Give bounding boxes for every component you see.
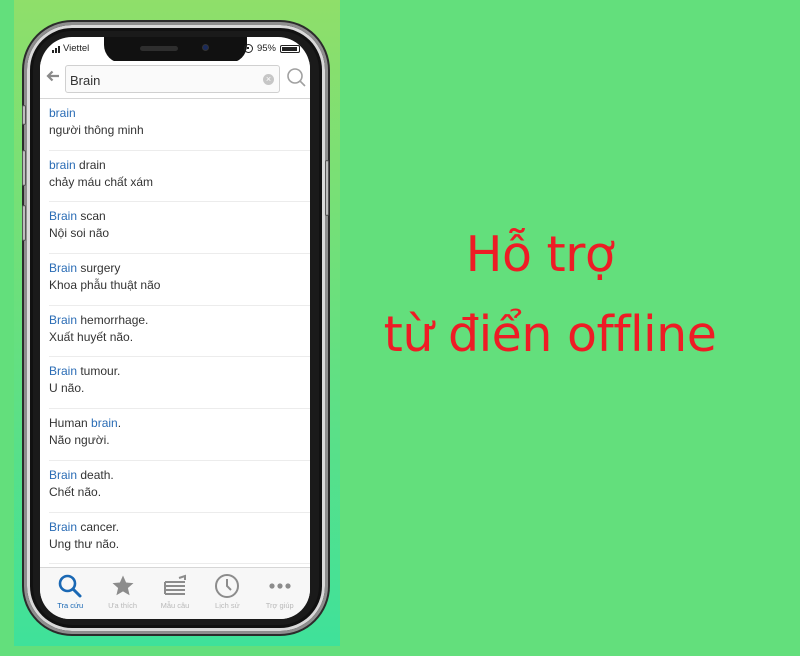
result-term: Brain scan: [49, 208, 310, 225]
tab-label: Lịch sử: [215, 601, 240, 610]
term-suffix: hemorrhage.: [77, 312, 149, 327]
result-item[interactable]: brain người thông minh: [40, 99, 310, 151]
term-suffix: scan: [77, 209, 106, 224]
arrow-left-icon: [46, 70, 59, 82]
tab-star[interactable]: Ưa thích: [97, 568, 149, 619]
search-button[interactable]: [286, 67, 308, 89]
result-translation: người thông minh: [49, 123, 144, 137]
clear-search-button[interactable]: ×: [263, 74, 274, 85]
term-highlight: Brain: [49, 209, 78, 224]
result-term: brain drain: [49, 157, 310, 174]
result-item[interactable]: Human brain. Não người.: [40, 409, 310, 461]
result-item[interactable]: Brain cancer. Ung thư não.: [40, 513, 310, 565]
phone-screen: Viettel 95% × brainngười thông minhbr: [40, 37, 310, 619]
result-item[interactable]: brain drain chảy máu chất xám: [40, 151, 310, 203]
battery-icon: [280, 44, 300, 53]
phone-silent-switch: [22, 105, 26, 125]
sentences-icon: [162, 572, 188, 599]
term-prefix: Human: [49, 416, 92, 431]
carrier-name: Viettel: [63, 43, 90, 54]
term-suffix: .: [117, 416, 122, 431]
result-term: brain: [49, 105, 310, 122]
term-suffix: drain: [75, 157, 106, 172]
tab-label: Tra cứu: [57, 601, 84, 610]
tab-more[interactable]: Trợ giúp: [254, 568, 306, 619]
search-input[interactable]: [70, 71, 255, 89]
more-icon: [268, 572, 292, 599]
magnifier-icon: [287, 68, 306, 87]
rotation-lock-icon: [243, 44, 253, 53]
result-term: Brain cancer.: [49, 519, 310, 536]
phone-power-button: [325, 160, 329, 216]
phone-volume-down: [22, 205, 26, 241]
result-item[interactable]: Brain surgery Khoa phẫu thuật não: [40, 254, 310, 306]
clear-circle-icon: ×: [265, 74, 272, 84]
term-suffix: surgery: [77, 261, 121, 276]
result-translation: Chết não.: [49, 484, 102, 499]
tab-sentences[interactable]: Mẫu câu: [149, 568, 201, 619]
term-highlight: brain: [49, 106, 76, 120]
phone-volume-up: [22, 150, 26, 186]
tab-label: Ưa thích: [108, 601, 138, 610]
headline-line-2: từ điển offline: [383, 306, 717, 363]
tab-search[interactable]: Tra cứu: [44, 568, 96, 619]
term-highlight: Brain: [49, 261, 78, 276]
result-translation: Xuất huyết não.: [49, 329, 134, 344]
star-icon: [111, 572, 135, 599]
result-item[interactable]: Brain hemorrhage. Xuất huyết não.: [40, 306, 310, 358]
front-camera: [202, 44, 209, 51]
tab-bar: Tra cứu Ưa thích Mẫu câu Lịch sử Trợ giúp: [40, 567, 310, 619]
headline-line-1: Hỗ trợ: [465, 226, 615, 283]
result-term: Human brain.: [49, 415, 310, 432]
term-highlight: Brain: [49, 312, 78, 327]
term-highlight: brain: [91, 416, 118, 431]
tab-label: Trợ giúp: [265, 601, 294, 610]
term-suffix: death.: [77, 467, 114, 482]
result-translation: Nội soi não: [49, 226, 110, 241]
notch: [104, 37, 247, 63]
back-button[interactable]: [44, 68, 62, 86]
term-suffix: tumour.: [77, 364, 121, 379]
result-translation: Khoa phẫu thuật não: [49, 278, 161, 293]
search-icon: [57, 572, 83, 599]
result-term: Brain tumour.: [49, 363, 310, 380]
result-translation: Não người.: [49, 433, 110, 448]
term-highlight: Brain: [49, 364, 78, 379]
term-suffix: cancer.: [77, 519, 120, 534]
term-highlight: brain: [49, 157, 76, 172]
term-highlight: Brain: [49, 519, 78, 534]
search-bar: ×: [40, 61, 310, 99]
result-term: Brain surgery: [49, 260, 310, 277]
result-item[interactable]: Brain scan Nội soi não: [40, 202, 310, 254]
status-indicators: 95%: [243, 43, 300, 54]
result-term: Brain death.: [49, 467, 310, 484]
result-item[interactable]: Brain tumour. U não.: [40, 357, 310, 409]
tab-label: Mẫu câu: [160, 601, 190, 610]
results-list: brain người thông minh brain drain chảy máu…: [40, 99, 310, 564]
result-translation: chảy máu chất xám: [49, 174, 154, 189]
term-highlight: Brain: [49, 467, 78, 482]
speaker: [140, 46, 178, 51]
clock-icon: [214, 572, 240, 599]
result-term: Brain hemorrhage.: [49, 312, 310, 329]
status-carrier: Viettel: [52, 43, 89, 54]
battery-percent: 95%: [256, 43, 276, 54]
result-item[interactable]: Brain death. Chết não.: [40, 461, 310, 513]
result-translation: U não.: [49, 381, 85, 396]
result-translation: Ung thư não.: [49, 536, 120, 551]
tab-clock[interactable]: Lịch sử: [201, 568, 253, 619]
search-field[interactable]: ×: [65, 65, 280, 93]
signal-icon: [52, 45, 60, 53]
